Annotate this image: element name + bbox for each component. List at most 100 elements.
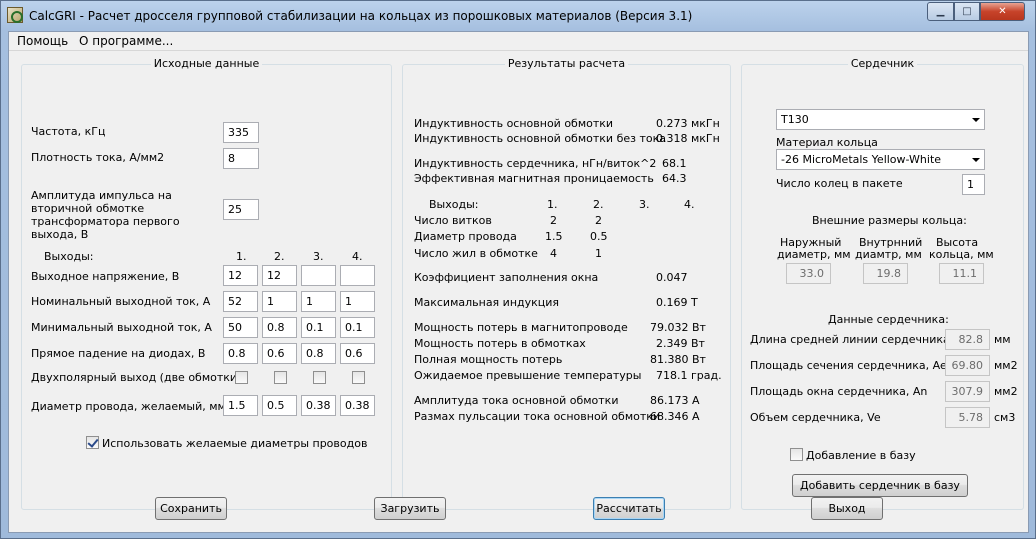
cross-section-value: 69.80 — [945, 355, 990, 376]
bipolar-checkbox-2[interactable] — [274, 371, 287, 384]
result-value: 0.273 мкГн — [656, 117, 720, 130]
path-length-label: Длина средней линии сердечника, le — [750, 333, 967, 346]
bipolar-checkbox-1[interactable] — [235, 371, 248, 384]
main-window: CalcGRI - Расчет дросселя групповой стаб… — [0, 0, 1036, 539]
result-label: Амплитуда тока основной обмотки — [414, 394, 619, 407]
result-value: 68.346 А — [650, 410, 700, 423]
maximize-button[interactable]: □ — [954, 2, 980, 21]
bipolar-checkbox-3[interactable] — [313, 371, 326, 384]
nominal-current-input-3[interactable]: 1 — [301, 291, 336, 312]
use-desired-checkbox[interactable] — [86, 436, 99, 449]
min-current-input-1[interactable]: 50 — [223, 317, 258, 338]
menu-help[interactable]: Помощь — [17, 34, 68, 48]
add-core-button[interactable]: Добавить сердечник в базу — [792, 474, 968, 497]
min-current-input-2[interactable]: 0.8 — [262, 317, 297, 338]
min-current-input-3[interactable]: 0.1 — [301, 317, 336, 338]
path-length-unit: мм — [994, 333, 1011, 346]
diode-drop-input-2[interactable]: 0.6 — [262, 343, 297, 364]
add-to-db-checkbox[interactable] — [790, 448, 803, 461]
core-select[interactable]: T130 — [776, 109, 985, 130]
wire-diam-input-2[interactable]: 0.5 — [262, 395, 297, 416]
result-value: 68.1 — [662, 157, 687, 170]
result-label: Размах пульсации тока основной обмотки — [414, 410, 661, 423]
results-output-header-4: 4. — [684, 198, 695, 211]
menu-about[interactable]: О программе... — [79, 34, 173, 48]
voltage-input-2[interactable]: 12 — [262, 265, 297, 286]
nominal-current-input-1[interactable]: 52 — [223, 291, 258, 312]
voltage-input-1[interactable]: 12 — [223, 265, 258, 286]
result-label: Индуктивность основной обмотки без тока — [414, 132, 666, 145]
minimize-button[interactable]: ▁ — [927, 2, 954, 21]
voltage-input-4[interactable] — [340, 265, 375, 286]
load-button[interactable]: Загрузить — [374, 497, 446, 520]
result-value: 0.169 Т — [656, 296, 698, 309]
calculate-button[interactable]: Рассчитать — [593, 497, 665, 520]
amplitude-input[interactable]: 25 — [223, 199, 259, 220]
result-label: Индуктивность сердечника, нГн/виток^2 — [414, 157, 657, 170]
chevron-down-icon[interactable] — [972, 158, 980, 162]
result-value: 64.3 — [662, 172, 687, 185]
material-select-value: -26 MicroMetals Yellow-White — [781, 153, 942, 166]
results-group: Результаты расчета Индуктивность основно… — [402, 57, 731, 510]
core-group: Сердечник T130 Материал кольца -26 Micro… — [741, 57, 1024, 510]
results-wire-diam-value-2: 0.5 — [590, 230, 608, 243]
nominal-current-input-4[interactable]: 1 — [340, 291, 375, 312]
diode-drop-input-3[interactable]: 0.8 — [301, 343, 336, 364]
current-density-label: Плотность тока, А/мм2 — [31, 151, 165, 164]
outer-diam-value: 33.0 — [786, 263, 831, 284]
exit-button[interactable]: Выход — [811, 497, 883, 520]
close-button[interactable]: ✕ — [980, 2, 1025, 21]
results-output-header-1: 1. — [547, 198, 558, 211]
diode-drop-label: Прямое падение на диодах, В — [31, 347, 206, 360]
height-value: 11.1 — [939, 263, 984, 284]
wire-diam-input-3[interactable]: 0.38 — [301, 395, 336, 416]
result-label: Максимальная индукция — [414, 296, 560, 309]
result-label: Индуктивность основной обмотки — [414, 117, 614, 130]
result-value: 0.047 — [656, 271, 688, 284]
bipolar-label: Двухполярный выход (две обмотки) — [31, 371, 242, 384]
nominal-current-label: Номинальный выходной ток, А — [31, 295, 211, 308]
result-value: 0.318 мкГн — [656, 132, 720, 145]
chevron-down-icon[interactable] — [972, 118, 980, 122]
outer-dims-label: Внешние размеры кольца: — [812, 214, 967, 227]
cross-section-unit: мм2 — [994, 359, 1018, 372]
cross-section-label: Площадь сечения сердечника, Ae — [750, 359, 947, 372]
output-header-1: 1. — [236, 250, 247, 263]
results-outputs-label: Выходы: — [429, 198, 479, 211]
frequency-label: Частота, кГц — [31, 125, 106, 138]
frequency-input[interactable]: 335 — [223, 122, 259, 143]
save-button[interactable]: Сохранить — [155, 497, 227, 520]
wire-diam-label: Диаметр провода, желаемый, мм — [31, 400, 226, 413]
volume-unit: см3 — [994, 411, 1016, 424]
volume-label: Объем сердечника, Ve — [750, 411, 881, 424]
results-wire-diam-label: Диаметр провода — [414, 230, 517, 243]
outer-diam-label-2: диаметр, мм — [777, 248, 851, 261]
wire-diam-input-1[interactable]: 1.5 — [223, 395, 258, 416]
result-label: Эффективная магнитная проницаемость — [414, 172, 654, 185]
amplitude-label: Амплитуда импульса на вторичной обмотке … — [31, 189, 180, 241]
wire-diam-input-4[interactable]: 0.38 — [340, 395, 375, 416]
results-output-header-2: 2. — [593, 198, 604, 211]
diode-drop-input-4[interactable]: 0.6 — [340, 343, 375, 364]
strands-label: Число жил в обмотке — [414, 247, 538, 260]
use-desired-label[interactable]: Использовать желаемые диаметры проводов — [102, 437, 367, 450]
window-area-unit: мм2 — [994, 385, 1018, 398]
rings-label: Число колец в пакете — [776, 177, 903, 190]
menu-bar: Помощь О программе... — [9, 32, 1028, 51]
window-title: CalcGRI - Расчет дросселя групповой стаб… — [29, 9, 693, 23]
material-select[interactable]: -26 MicroMetals Yellow-White — [776, 149, 985, 170]
voltage-input-3[interactable] — [301, 265, 336, 286]
output-header-3: 3. — [313, 250, 324, 263]
diode-drop-input-1[interactable]: 0.8 — [223, 343, 258, 364]
output-header-4: 4. — [352, 250, 363, 263]
app-icon[interactable] — [7, 7, 23, 23]
nominal-current-input-2[interactable]: 1 — [262, 291, 297, 312]
title-bar[interactable]: CalcGRI - Расчет дросселя групповой стаб… — [1, 1, 1035, 31]
bipolar-checkbox-4[interactable] — [352, 371, 365, 384]
current-density-input[interactable]: 8 — [223, 148, 259, 169]
strands-value-1: 4 — [550, 247, 557, 260]
result-label: Полная мощность потерь — [414, 353, 563, 366]
rings-input[interactable]: 1 — [962, 174, 985, 195]
add-to-db-label[interactable]: Добавление в базу — [806, 449, 916, 462]
min-current-input-4[interactable]: 0.1 — [340, 317, 375, 338]
